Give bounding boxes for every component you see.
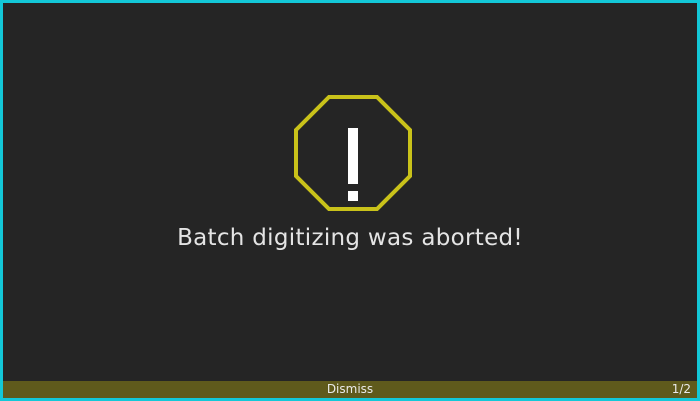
footer-bar: Dismiss 1/2 xyxy=(3,381,697,398)
alert-dialog: Batch digitizing was aborted! Dismiss 1/… xyxy=(0,0,700,401)
warning-octagon-icon xyxy=(294,95,412,211)
page-indicator: 1/2 xyxy=(671,382,691,396)
alert-message: Batch digitizing was aborted! xyxy=(177,225,523,251)
dismiss-button[interactable]: Dismiss xyxy=(3,381,697,398)
